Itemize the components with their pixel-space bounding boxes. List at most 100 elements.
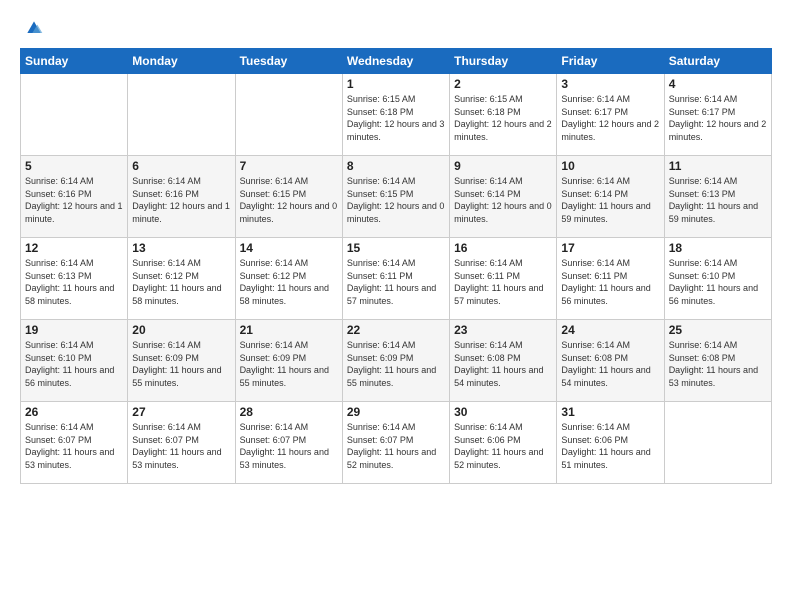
day-info: Sunrise: 6:14 AMSunset: 6:17 PMDaylight:… — [669, 93, 767, 143]
day-number: 4 — [669, 77, 767, 91]
day-number: 7 — [240, 159, 338, 173]
day-cell: 25Sunrise: 6:14 AMSunset: 6:08 PMDayligh… — [664, 320, 771, 402]
day-info: Sunrise: 6:14 AMSunset: 6:07 PMDaylight:… — [347, 421, 445, 471]
day-number: 29 — [347, 405, 445, 419]
day-cell: 1 Sunrise: 6:15 AMSunset: 6:18 PMDaylight… — [342, 74, 449, 156]
day-cell: 16 Sunrise: 6:14 AMSunset: 6:11 PMDayligh… — [450, 238, 557, 320]
weekday-header-row: SundayMondayTuesdayWednesdayThursdayFrid… — [21, 49, 772, 74]
weekday-header-tuesday: Tuesday — [235, 49, 342, 74]
day-number: 1 — [347, 77, 445, 91]
day-info: Sunrise: 6:14 AMSunset: 6:06 PMDaylight:… — [454, 421, 552, 471]
day-cell: 7 Sunrise: 6:14 AMSunset: 6:15 PMDaylight… — [235, 156, 342, 238]
day-number: 26 — [25, 405, 123, 419]
day-info: Sunrise: 6:14 AMSunset: 6:10 PMDaylight:… — [669, 257, 767, 307]
day-number: 12 — [25, 241, 123, 255]
week-row-1: 1 Sunrise: 6:15 AMSunset: 6:18 PMDaylight… — [21, 74, 772, 156]
day-number: 6 — [132, 159, 230, 173]
day-info: Sunrise: 6:15 AMSunset: 6:18 PMDaylight:… — [454, 93, 552, 143]
day-number: 28 — [240, 405, 338, 419]
day-info: Sunrise: 6:14 AMSunset: 6:11 PMDaylight:… — [454, 257, 552, 307]
day-cell — [664, 402, 771, 484]
day-info: Sunrise: 6:14 AMSunset: 6:17 PMDaylight:… — [561, 93, 659, 143]
day-number: 13 — [132, 241, 230, 255]
day-number: 19 — [25, 323, 123, 337]
day-cell: 22Sunrise: 6:14 AMSunset: 6:09 PMDayligh… — [342, 320, 449, 402]
day-cell: 8Sunrise: 6:14 AMSunset: 6:15 PMDaylight… — [342, 156, 449, 238]
day-cell: 29 Sunrise: 6:14 AMSunset: 6:07 PMDayligh… — [342, 402, 449, 484]
day-cell: 17Sunrise: 6:14 AMSunset: 6:11 PMDayligh… — [557, 238, 664, 320]
day-info: Sunrise: 6:14 AMSunset: 6:14 PMDaylight:… — [561, 175, 659, 225]
day-cell: 12 Sunrise: 6:14 AMSunset: 6:13 PMDayligh… — [21, 238, 128, 320]
day-info: Sunrise: 6:14 AMSunset: 6:09 PMDaylight:… — [347, 339, 445, 389]
day-number: 3 — [561, 77, 659, 91]
day-info: Sunrise: 6:14 AMSunset: 6:12 PMDaylight:… — [132, 257, 230, 307]
day-number: 23 — [454, 323, 552, 337]
day-info: Sunrise: 6:14 AMSunset: 6:08 PMDaylight:… — [669, 339, 767, 389]
day-info: Sunrise: 6:14 AMSunset: 6:07 PMDaylight:… — [132, 421, 230, 471]
day-number: 2 — [454, 77, 552, 91]
weekday-header-monday: Monday — [128, 49, 235, 74]
day-cell — [235, 74, 342, 156]
day-number: 16 — [454, 241, 552, 255]
day-number: 20 — [132, 323, 230, 337]
header — [20, 18, 772, 38]
day-number: 31 — [561, 405, 659, 419]
day-info: Sunrise: 6:14 AMSunset: 6:10 PMDaylight:… — [25, 339, 123, 389]
day-number: 11 — [669, 159, 767, 173]
weekday-header-friday: Friday — [557, 49, 664, 74]
week-row-5: 26 Sunrise: 6:14 AMSunset: 6:07 PMDayligh… — [21, 402, 772, 484]
day-number: 30 — [454, 405, 552, 419]
day-info: Sunrise: 6:14 AMSunset: 6:11 PMDaylight:… — [347, 257, 445, 307]
day-cell: 10 Sunrise: 6:14 AMSunset: 6:14 PMDayligh… — [557, 156, 664, 238]
day-info: Sunrise: 6:14 AMSunset: 6:07 PMDaylight:… — [25, 421, 123, 471]
day-info: Sunrise: 6:14 AMSunset: 6:15 PMDaylight:… — [240, 175, 338, 225]
day-number: 24 — [561, 323, 659, 337]
day-number: 18 — [669, 241, 767, 255]
logo — [20, 18, 44, 38]
day-cell: 20Sunrise: 6:14 AMSunset: 6:09 PMDayligh… — [128, 320, 235, 402]
day-cell: 4 Sunrise: 6:14 AMSunset: 6:17 PMDaylight… — [664, 74, 771, 156]
day-info: Sunrise: 6:14 AMSunset: 6:07 PMDaylight:… — [240, 421, 338, 471]
weekday-header-saturday: Saturday — [664, 49, 771, 74]
day-info: Sunrise: 6:14 AMSunset: 6:15 PMDaylight:… — [347, 175, 445, 225]
week-row-2: 5Sunrise: 6:14 AMSunset: 6:16 PMDaylight… — [21, 156, 772, 238]
day-cell: 26 Sunrise: 6:14 AMSunset: 6:07 PMDayligh… — [21, 402, 128, 484]
day-number: 17 — [561, 241, 659, 255]
day-cell: 5Sunrise: 6:14 AMSunset: 6:16 PMDaylight… — [21, 156, 128, 238]
day-info: Sunrise: 6:15 AMSunset: 6:18 PMDaylight:… — [347, 93, 445, 143]
day-info: Sunrise: 6:14 AMSunset: 6:13 PMDaylight:… — [669, 175, 767, 225]
day-info: Sunrise: 6:14 AMSunset: 6:16 PMDaylight:… — [132, 175, 230, 225]
day-info: Sunrise: 6:14 AMSunset: 6:08 PMDaylight:… — [454, 339, 552, 389]
day-number: 10 — [561, 159, 659, 173]
day-info: Sunrise: 6:14 AMSunset: 6:06 PMDaylight:… — [561, 421, 659, 471]
day-cell: 31 Sunrise: 6:14 AMSunset: 6:06 PMDayligh… — [557, 402, 664, 484]
day-info: Sunrise: 6:14 AMSunset: 6:13 PMDaylight:… — [25, 257, 123, 307]
calendar: SundayMondayTuesdayWednesdayThursdayFrid… — [20, 48, 772, 484]
weekday-header-wednesday: Wednesday — [342, 49, 449, 74]
weekday-header-sunday: Sunday — [21, 49, 128, 74]
day-number: 27 — [132, 405, 230, 419]
day-cell — [128, 74, 235, 156]
logo-icon — [24, 18, 44, 38]
weekday-header-thursday: Thursday — [450, 49, 557, 74]
day-number: 21 — [240, 323, 338, 337]
day-info: Sunrise: 6:14 AMSunset: 6:16 PMDaylight:… — [25, 175, 123, 225]
week-row-4: 19 Sunrise: 6:14 AMSunset: 6:10 PMDayligh… — [21, 320, 772, 402]
day-cell: 2 Sunrise: 6:15 AMSunset: 6:18 PMDaylight… — [450, 74, 557, 156]
day-cell: 3 Sunrise: 6:14 AMSunset: 6:17 PMDaylight… — [557, 74, 664, 156]
day-info: Sunrise: 6:14 AMSunset: 6:09 PMDaylight:… — [240, 339, 338, 389]
day-cell: 15Sunrise: 6:14 AMSunset: 6:11 PMDayligh… — [342, 238, 449, 320]
day-cell: 21 Sunrise: 6:14 AMSunset: 6:09 PMDayligh… — [235, 320, 342, 402]
day-number: 14 — [240, 241, 338, 255]
day-number: 9 — [454, 159, 552, 173]
day-cell: 30 Sunrise: 6:14 AMSunset: 6:06 PMDayligh… — [450, 402, 557, 484]
day-cell: 14 Sunrise: 6:14 AMSunset: 6:12 PMDayligh… — [235, 238, 342, 320]
day-cell: 23 Sunrise: 6:14 AMSunset: 6:08 PMDayligh… — [450, 320, 557, 402]
day-cell: 27 Sunrise: 6:14 AMSunset: 6:07 PMDayligh… — [128, 402, 235, 484]
day-info: Sunrise: 6:14 AMSunset: 6:08 PMDaylight:… — [561, 339, 659, 389]
day-cell — [21, 74, 128, 156]
day-info: Sunrise: 6:14 AMSunset: 6:12 PMDaylight:… — [240, 257, 338, 307]
day-cell: 11 Sunrise: 6:14 AMSunset: 6:13 PMDayligh… — [664, 156, 771, 238]
day-cell: 28 Sunrise: 6:14 AMSunset: 6:07 PMDayligh… — [235, 402, 342, 484]
day-info: Sunrise: 6:14 AMSunset: 6:14 PMDaylight:… — [454, 175, 552, 225]
